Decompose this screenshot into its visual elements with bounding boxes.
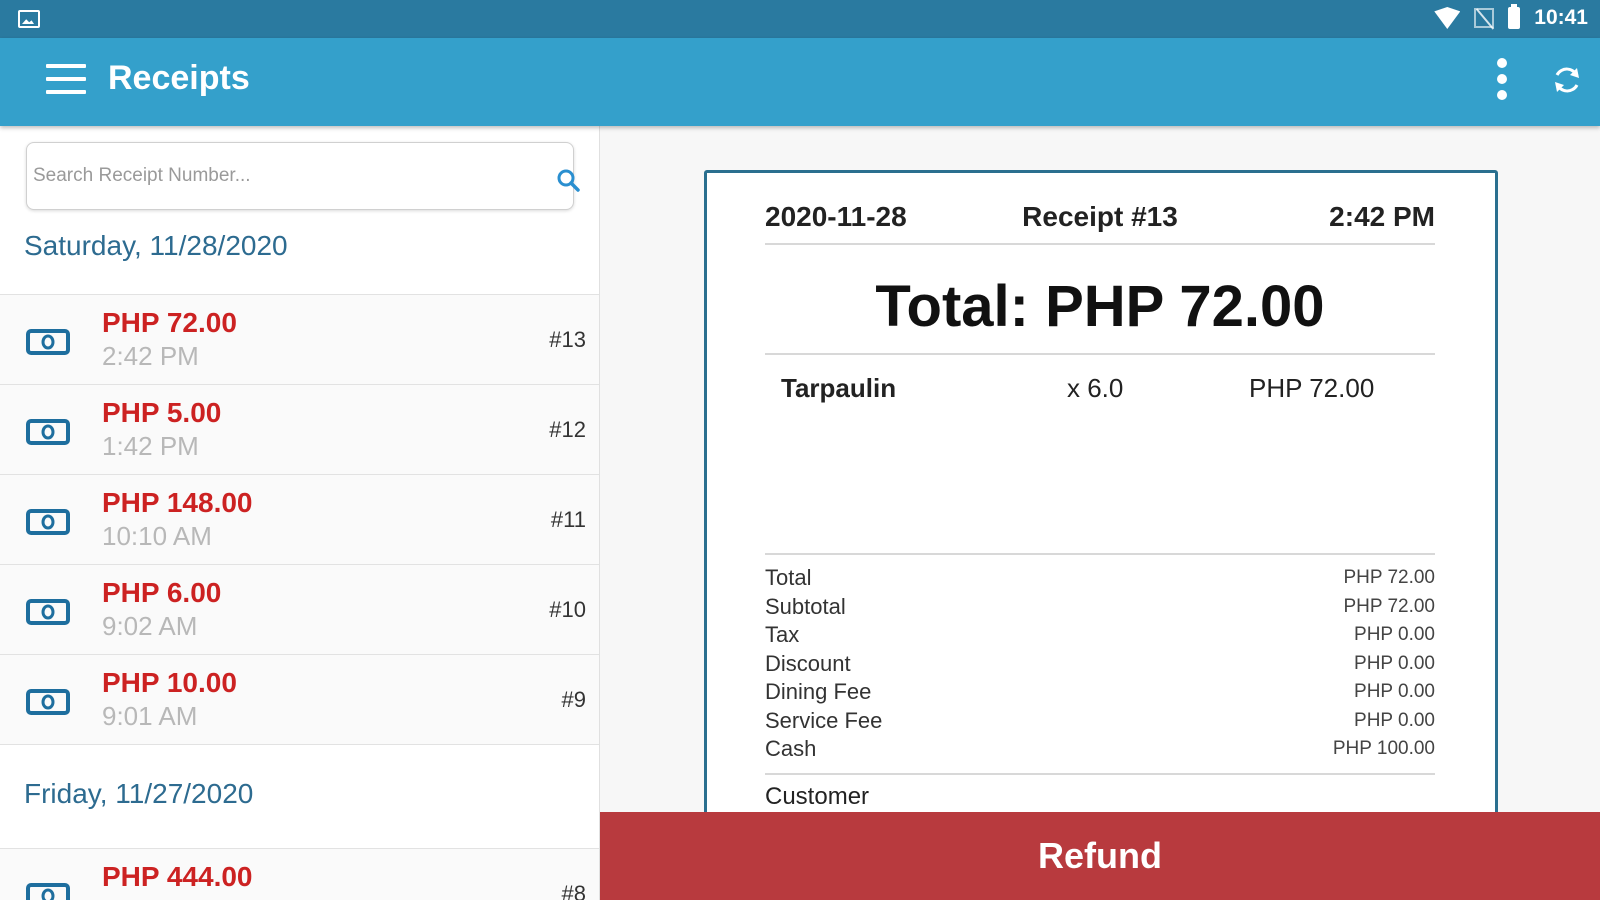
receipt-time: 2:42 PM xyxy=(1329,201,1435,232)
summary-line: Service Fee PHP 0.00 xyxy=(765,708,1435,737)
receipt-amount: PHP 10.00 xyxy=(102,667,237,698)
summary-value: PHP 0.00 xyxy=(1354,681,1435,702)
summary-value: PHP 0.00 xyxy=(1354,652,1435,674)
summary-value: PHP 0.00 xyxy=(1354,709,1435,731)
summary-label: Tax xyxy=(765,622,800,647)
receipt-card: 2020-11-28 Receipt #13 2:42 PM Total: PH… xyxy=(704,170,1498,870)
receipt-amount: PHP 5.00 xyxy=(102,397,222,428)
cash-icon xyxy=(26,419,70,445)
summary-label: Service Fee xyxy=(765,707,883,733)
receipt-time: 9:01 AM xyxy=(102,701,198,731)
cash-icon xyxy=(26,599,70,625)
clock: 10:41 xyxy=(1534,6,1588,29)
receipt-row[interactable]: PHP 148.00 10:10 AM #11 xyxy=(0,475,599,565)
cash-icon xyxy=(26,509,70,535)
summary-line: Tax PHP 0.00 xyxy=(765,622,1435,651)
receipt-time: 2:42 PM xyxy=(102,341,199,371)
receipt-number: #9 xyxy=(561,687,586,712)
no-signal-icon xyxy=(1474,8,1495,28)
summary-label: Dining Fee xyxy=(765,679,872,704)
receipt-detail-pane: 2020-11-28 Receipt #13 2:42 PM Total: PH… xyxy=(600,126,1600,900)
receipt-amount: PHP 6.00 xyxy=(102,577,222,608)
cash-icon xyxy=(26,883,70,900)
receipt-amount: PHP 148.00 xyxy=(102,487,253,518)
search-box xyxy=(26,142,580,210)
receipt-number: #12 xyxy=(549,417,586,442)
date-header: Friday, 11/27/2020 xyxy=(24,778,254,809)
receipt-number: #8 xyxy=(561,881,586,900)
app-title: Receipts xyxy=(108,59,250,97)
receipt-time: 1:42 PM xyxy=(102,431,199,461)
summary-line: Discount PHP 0.00 xyxy=(765,651,1435,680)
receipt-total: Total: PHP 72.00 xyxy=(765,273,1435,355)
menu-icon[interactable] xyxy=(46,64,88,98)
receipt-header: 2020-11-28 Receipt #13 2:42 PM xyxy=(765,201,1435,245)
app-bar: Receipts xyxy=(0,38,1600,126)
cash-icon xyxy=(26,329,70,355)
item-quantity: x 6.0 xyxy=(1067,373,1124,403)
item-name: Tarpaulin xyxy=(781,373,897,403)
sync-icon[interactable] xyxy=(1550,63,1584,97)
more-options-icon[interactable] xyxy=(1490,58,1514,108)
image-notification-icon xyxy=(18,10,40,28)
wifi-icon xyxy=(1434,7,1461,29)
battery-icon xyxy=(1508,4,1521,29)
summary-line: Dining Fee PHP 0.00 xyxy=(765,679,1435,708)
summary-line: Cash PHP 100.00 xyxy=(765,736,1435,765)
search-input[interactable] xyxy=(33,157,513,195)
summary-line: Total PHP 72.00 xyxy=(765,565,1435,594)
receipt-number: #13 xyxy=(549,327,586,352)
receipt-time: 9:02 AM xyxy=(102,611,198,641)
line-item: Tarpaulin x 6.0 PHP 72.00 xyxy=(765,373,1435,409)
summary-label: Total xyxy=(765,565,812,590)
receipt-amount: PHP 444.00 xyxy=(102,861,253,892)
summary-value: PHP 0.00 xyxy=(1354,624,1435,645)
receipt-row[interactable]: PHP 6.00 9:02 AM #10 xyxy=(0,565,599,655)
summary-value: PHP 72.00 xyxy=(1343,595,1435,617)
receipt-row[interactable]: PHP 72.00 2:42 PM #13 xyxy=(0,295,599,385)
summary-value: PHP 72.00 xyxy=(1343,567,1435,588)
receipt-time: 10:10 AM xyxy=(102,521,212,551)
item-price: PHP 72.00 xyxy=(1249,373,1375,403)
summary-line: Subtotal PHP 72.00 xyxy=(765,594,1435,623)
status-bar: 10:41 xyxy=(0,0,1600,38)
receipt-number: #11 xyxy=(550,507,586,532)
search-icon[interactable] xyxy=(555,167,581,193)
receipt-amount: PHP 72.00 xyxy=(102,307,237,338)
receipt-list: PHP 444.00 #8 xyxy=(0,848,599,900)
receipt-number: #10 xyxy=(549,597,586,622)
receipt-row[interactable]: PHP 5.00 1:42 PM #12 xyxy=(0,385,599,475)
cash-icon xyxy=(26,689,70,715)
summary-value: PHP 100.00 xyxy=(1332,738,1435,759)
receipt-row[interactable]: PHP 10.00 9:01 AM #9 xyxy=(0,655,599,745)
receipt-list-pane: Saturday, 11/28/2020 PHP 72.00 2:42 PM #… xyxy=(0,126,600,900)
summary-label: Cash xyxy=(765,736,817,761)
receipt-list: PHP 72.00 2:42 PM #13 PHP 5.00 1:42 PM #… xyxy=(0,294,599,745)
customer-label: Customer xyxy=(765,773,1435,811)
receipt-row[interactable]: PHP 444.00 #8 xyxy=(0,849,599,900)
refund-button[interactable]: Refund xyxy=(600,812,1600,900)
date-header: Saturday, 11/28/2020 xyxy=(24,230,288,261)
summary-section: Total PHP 72.00 Subtotal PHP 72.00 Tax PHP … xyxy=(765,553,1435,765)
summary-label: Subtotal xyxy=(765,593,846,619)
status-icons: 10:41 xyxy=(1434,4,1588,30)
summary-label: Discount xyxy=(765,650,851,676)
